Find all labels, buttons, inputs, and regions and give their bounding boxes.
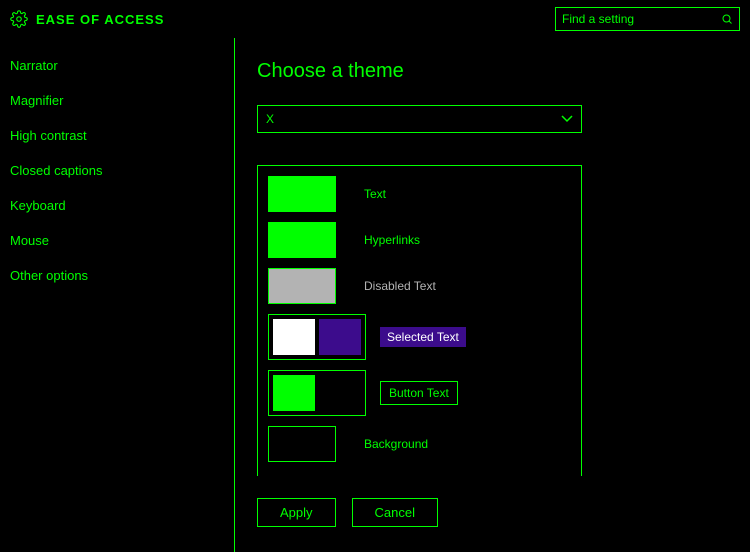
preview-label-disabled: Disabled Text <box>364 279 436 293</box>
cancel-button[interactable]: Cancel <box>352 498 438 527</box>
preview-row-selected: Selected Text <box>268 314 571 360</box>
preview-row-button: Button Text <box>268 370 571 416</box>
preview-row-background: Background <box>268 426 571 462</box>
sidebar: Narrator Magnifier High contrast Closed … <box>0 38 235 552</box>
sidebar-label: Mouse <box>10 233 49 248</box>
preview-label-text: Text <box>364 187 386 201</box>
header: EASE OF ACCESS <box>0 0 750 38</box>
swatch-button-fg[interactable] <box>273 375 315 411</box>
chevron-down-icon <box>561 115 573 123</box>
theme-dropdown[interactable]: X <box>257 105 582 133</box>
swatch-selected-bg[interactable] <box>319 319 361 355</box>
sidebar-label: Other options <box>10 268 88 283</box>
dropdown-value: X <box>266 112 274 126</box>
sidebar-item-narrator[interactable]: Narrator <box>0 48 234 83</box>
swatch-button-bg[interactable] <box>319 375 361 411</box>
swatch-hyperlinks[interactable] <box>268 222 336 258</box>
swatch-pair-selected <box>268 314 366 360</box>
main: Choose a theme X Text Hyperlinks Disable… <box>235 38 750 552</box>
sidebar-item-mouse[interactable]: Mouse <box>0 223 234 258</box>
swatch-pair-button <box>268 370 366 416</box>
sidebar-item-magnifier[interactable]: Magnifier <box>0 83 234 118</box>
section-title: Choose a theme <box>257 60 728 83</box>
gear-icon <box>10 10 28 28</box>
swatch-selected-fg[interactable] <box>273 319 315 355</box>
preview-label-button: Button Text <box>380 381 458 405</box>
apply-button[interactable]: Apply <box>257 498 336 527</box>
sidebar-label: Keyboard <box>10 198 66 213</box>
swatch-disabled[interactable] <box>268 268 336 304</box>
preview-label-background: Background <box>364 437 428 451</box>
page-title: EASE OF ACCESS <box>36 12 164 27</box>
sidebar-label: Closed captions <box>10 163 103 178</box>
header-left: EASE OF ACCESS <box>10 10 164 28</box>
preview-label-hyperlinks: Hyperlinks <box>364 233 420 247</box>
container: Narrator Magnifier High contrast Closed … <box>0 38 750 552</box>
sidebar-label: Narrator <box>10 58 58 73</box>
sidebar-item-closed-captions[interactable]: Closed captions <box>0 153 234 188</box>
preview-row-disabled: Disabled Text <box>268 268 571 304</box>
sidebar-item-keyboard[interactable]: Keyboard <box>0 188 234 223</box>
search-input[interactable] <box>555 7 740 31</box>
preview-box: Text Hyperlinks Disabled Text Selected T… <box>257 165 582 476</box>
preview-row-text: Text <box>268 176 571 212</box>
swatch-text[interactable] <box>268 176 336 212</box>
action-row: Apply Cancel <box>257 498 728 527</box>
preview-row-hyperlinks: Hyperlinks <box>268 222 571 258</box>
sidebar-item-high-contrast[interactable]: High contrast <box>0 118 234 153</box>
sidebar-item-other-options[interactable]: Other options <box>0 258 234 293</box>
search-field[interactable] <box>562 12 721 26</box>
swatch-background[interactable] <box>268 426 336 462</box>
sidebar-label: High contrast <box>10 128 87 143</box>
sidebar-label: Magnifier <box>10 93 63 108</box>
search-icon <box>721 13 733 25</box>
preview-label-selected: Selected Text <box>380 327 466 347</box>
